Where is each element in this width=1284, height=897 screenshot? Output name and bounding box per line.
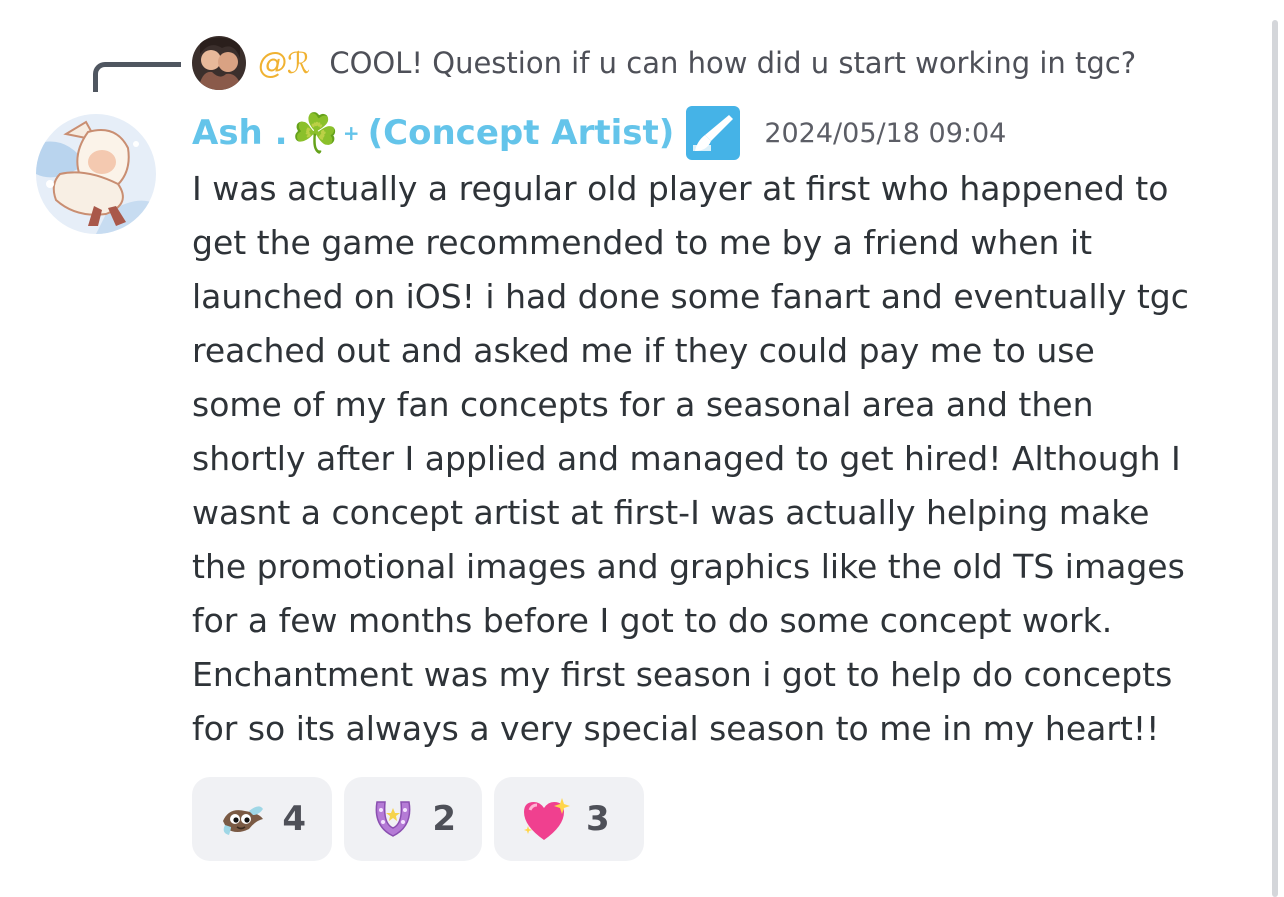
reply-connector: [93, 62, 181, 92]
horseshoe-emoji: [370, 794, 416, 844]
paintbrush-icon[interactable]: [686, 106, 741, 160]
reaction-sparkling-heart[interactable]: 3: [494, 777, 644, 861]
message-line: shortly after I applied and managed to g…: [192, 439, 1181, 478]
scrollbar[interactable]: [1272, 20, 1278, 897]
message-line: the promotional images and graphics like…: [192, 547, 1185, 586]
author-avatar[interactable]: [36, 114, 156, 234]
manta-creature-emoji: [218, 794, 266, 844]
message-header: Ash . ☘️ + (Concept Artist) 2024/05/18 0…: [192, 104, 1006, 162]
author-name-prefix: Ash .: [192, 113, 288, 153]
message-timestamp[interactable]: 2024/05/18 09:04: [764, 118, 1006, 149]
message-line: for so its always a very special season …: [192, 709, 1160, 748]
author-name[interactable]: Ash . ☘️ + (Concept Artist): [192, 111, 674, 156]
reply-text: COOL! Question if u can how did u start …: [329, 46, 1137, 80]
message-line: reached out and asked me if they could p…: [192, 331, 1095, 370]
message-content: I was actually a regular old player at f…: [192, 162, 1262, 756]
message-line: Enchantment was my first season i got to…: [192, 655, 1173, 694]
reaction-count: 2: [432, 799, 456, 839]
clover-icon: ☘️: [291, 110, 339, 155]
message-line: I was actually a regular old player at f…: [192, 169, 1169, 208]
reaction-manta[interactable]: 4: [192, 777, 332, 861]
reaction-count: 3: [586, 799, 610, 839]
message-line: get the game recommended to me by a frie…: [192, 223, 1093, 262]
author-name-sparkle: +: [342, 121, 360, 145]
message-line: wasnt a concept artist at first-I was ac…: [192, 493, 1150, 532]
reply-mention[interactable]: @ℛ: [258, 46, 310, 80]
reply-author-avatar[interactable]: [192, 36, 246, 90]
reactions-bar: 4 2 3: [192, 777, 644, 861]
replied-message-preview[interactable]: @ℛ COOL! Question if u can how did u sta…: [258, 43, 1258, 83]
message-line: some of my fan concepts for a seasonal a…: [192, 385, 1094, 424]
reaction-count: 4: [282, 799, 306, 839]
author-role-title: (Concept Artist): [367, 113, 675, 153]
sparkling-heart-emoji: [520, 794, 570, 844]
message-line: for a few months before I got to do some…: [192, 601, 1113, 640]
message-line: launched on iOS! i had done some fanart …: [192, 277, 1189, 316]
reaction-horseshoe[interactable]: 2: [344, 777, 482, 861]
